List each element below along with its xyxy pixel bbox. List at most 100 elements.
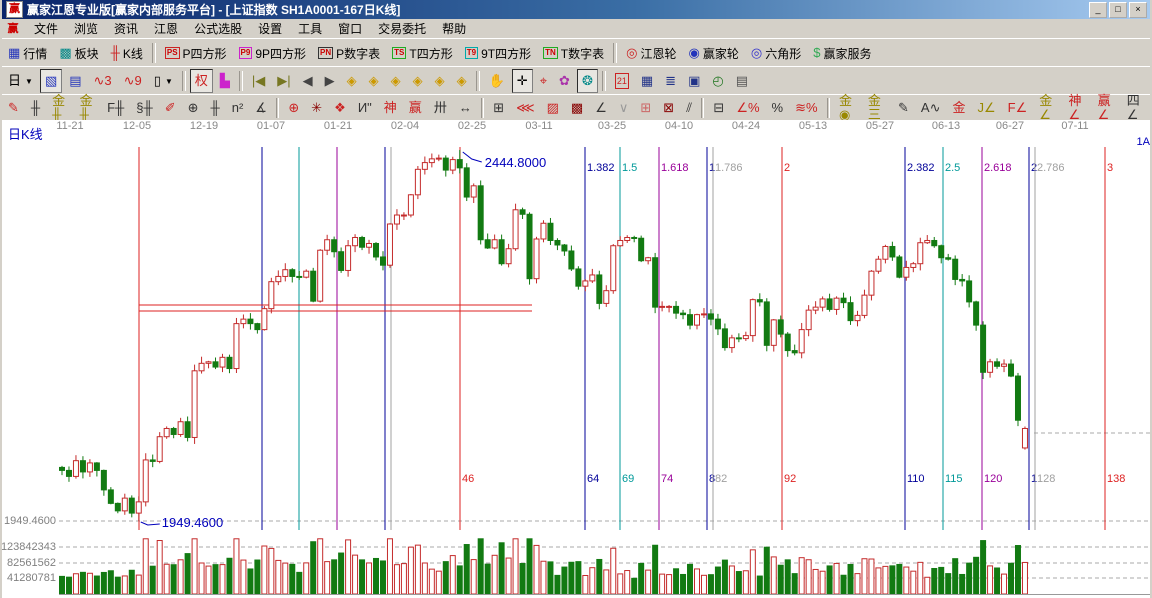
info-list-button[interactable]: ▤ [64,69,86,93]
9p-square-button[interactable]: P99P四方形 [234,41,311,65]
period-day-button[interactable]: 日▼ [3,69,38,93]
win-grid-button[interactable]: 赢 [404,96,427,120]
f-angle-button[interactable]: F∠ [1003,96,1033,120]
shen-grid-button[interactable]: 神 [379,96,402,120]
candle-style-button[interactable]: ▯▼ [149,69,178,93]
count-grid-button[interactable]: 卅 [429,96,452,120]
t-square-button[interactable]: TST四方形 [387,41,458,65]
menu-item-帮助[interactable]: 帮助 [434,18,474,39]
restore-rights-button[interactable]: 权 [190,69,213,93]
quotes-button[interactable]: ▦行情 [3,41,52,65]
percent-angle-button[interactable]: ∠% [731,96,764,120]
overlay-net-button[interactable]: ▧ [40,69,62,93]
gold-red-button[interactable]: 金 [948,96,971,120]
parallel-lines-button[interactable]: ⫽ [681,96,697,120]
gann-diamond-x-button[interactable]: ◈ [408,69,428,93]
calculator-button[interactable]: ▦ [636,69,658,93]
n2-grid-button[interactable]: n² [227,96,249,120]
9t-square-button[interactable]: T99T四方形 [460,41,536,65]
title-bar[interactable]: 赢 赢家江恩专业版[赢家内部服务平台] - [上证指数 SH1A0001-167… [2,0,1150,19]
calendar-button[interactable]: 21 [610,69,634,93]
last-page-button[interactable]: ▶| [272,69,295,93]
four-angle-button[interactable]: 四∠ [1122,96,1149,120]
v-lines-button[interactable]: ∨ [614,96,634,120]
box-rays-button[interactable]: ▨ [542,96,564,120]
gann-diamond-h-button[interactable]: ◈ [386,69,406,93]
draw-pen2-button[interactable]: ✐ [160,96,181,120]
grid-red-button[interactable]: ⊞ [635,96,656,120]
scale-compare-button[interactable]: ⊟ [708,96,729,120]
f-grid-button[interactable]: F╫ [102,96,129,120]
save-button[interactable]: ▣ [683,69,705,93]
h-measure-button[interactable]: ↔ [454,96,477,120]
menu-item-工具[interactable]: 工具 [290,18,330,39]
price-grid-button[interactable]: ╫ [26,96,45,120]
win-angle-button[interactable]: 赢∠ [1093,96,1120,120]
star-web-button[interactable]: ✳ [306,96,327,120]
s-grid-button[interactable]: §╫ [131,96,157,120]
kline-chart[interactable]: 461.382641.5691.61874181.786822922.38211… [2,133,1152,598]
gold-grid1-button[interactable]: 金╫ [47,96,72,120]
gann-wheel-button[interactable]: ◎江恩轮 [621,41,681,65]
next-button[interactable]: ▶ [320,69,340,93]
rays-button[interactable]: ⋘ [511,96,540,120]
hand-tool-button[interactable]: ✋ [484,69,510,93]
pattern-tool-button[interactable]: ✿ [554,69,575,93]
three-percent-button[interactable]: ≋% [790,96,822,120]
measure-pen-button[interactable]: ✎ [893,96,914,120]
gann-diamond-left-button[interactable]: ◈ [342,69,362,93]
menu-item-公式选股[interactable]: 公式选股 [186,18,250,39]
maximize-button[interactable]: □ [1109,2,1127,18]
gann-diamond-plus-button[interactable]: ◈ [430,69,450,93]
grid-dark-button[interactable]: ⊠ [658,96,679,120]
gann-diamond-right-button[interactable]: ◈ [364,69,384,93]
comb2-button[interactable]: ╫ [206,96,225,120]
a-wave-button[interactable]: A∿ [916,96,946,120]
menu-item-交易委托[interactable]: 交易委托 [370,18,434,39]
menu-item-窗口[interactable]: 窗口 [330,18,370,39]
angle-lines-button[interactable]: ∠ [590,96,612,120]
gold-three-button[interactable]: 金三 [863,96,891,120]
close-button[interactable]: × [1129,2,1147,18]
winner-wheel-button[interactable]: ◉赢家轮 [683,41,743,65]
j-angle-button[interactable]: J∠ [973,96,1001,120]
circle-grid-button[interactable]: ⊕ [183,96,204,120]
menu-item-文件[interactable]: 文件 [26,18,66,39]
winner-service-button[interactable]: $赢家服务 [808,41,876,65]
hexagon-button[interactable]: ◎六角形 [746,41,806,65]
net-time-button[interactable]: ◴ [707,69,728,93]
percent-button[interactable]: % [767,96,789,120]
t-digit-table-button[interactable]: TNT数字表 [538,41,609,65]
box-tool-button[interactable]: ⊞ [488,96,509,120]
wave9-button[interactable]: ∿9 [119,69,147,93]
color-volume-button[interactable]: ▙ [215,69,235,93]
zoom-tool-button[interactable]: ⌖ [535,69,552,93]
chart-area[interactable]: 461.382641.5691.61874181.786822922.38211… [2,133,1152,598]
menu-item-江恩[interactable]: 江恩 [146,18,186,39]
first-page-button[interactable]: |◀ [247,69,270,93]
cycle-tool-button[interactable]: ❂ [577,69,598,93]
draw-pen-button[interactable]: ✎ [3,96,24,120]
minimize-button[interactable]: _ [1089,2,1107,18]
p-digit-table-button[interactable]: PNP数字表 [313,41,385,65]
shen-angle-button[interactable]: 神∠ [1063,96,1090,120]
square-web-button[interactable]: ❖ [329,96,351,120]
p-square-button[interactable]: PSP四方形 [160,41,232,65]
wave3-button[interactable]: ∿3 [89,69,117,93]
sectors-button[interactable]: ▩板块 [54,41,103,65]
angle-measure-button[interactable]: ∡ [250,96,272,120]
gann-diamond-full-button[interactable]: ◈ [452,69,472,93]
menu-item-浏览[interactable]: 浏览 [66,18,106,39]
menu-item-资讯[interactable]: 资讯 [106,18,146,39]
crosshair-tool-button[interactable]: ✛ [512,69,533,93]
prev-button[interactable]: ◀ [298,69,318,93]
gold-grid2-button[interactable]: 金╫ [75,96,100,120]
print-button[interactable]: ▤ [731,69,753,93]
gold-circle-button[interactable]: 金◉ [834,96,861,120]
red-circle-button[interactable]: ⊕ [283,96,304,120]
kline-button[interactable]: ╫K线 [106,41,148,65]
menu-item-设置[interactable]: 设置 [250,18,290,39]
k-mark-button[interactable]: И" [353,96,377,120]
box-web-button[interactable]: ▩ [566,96,588,120]
gold-angle-button[interactable]: 金∠ [1034,96,1061,120]
